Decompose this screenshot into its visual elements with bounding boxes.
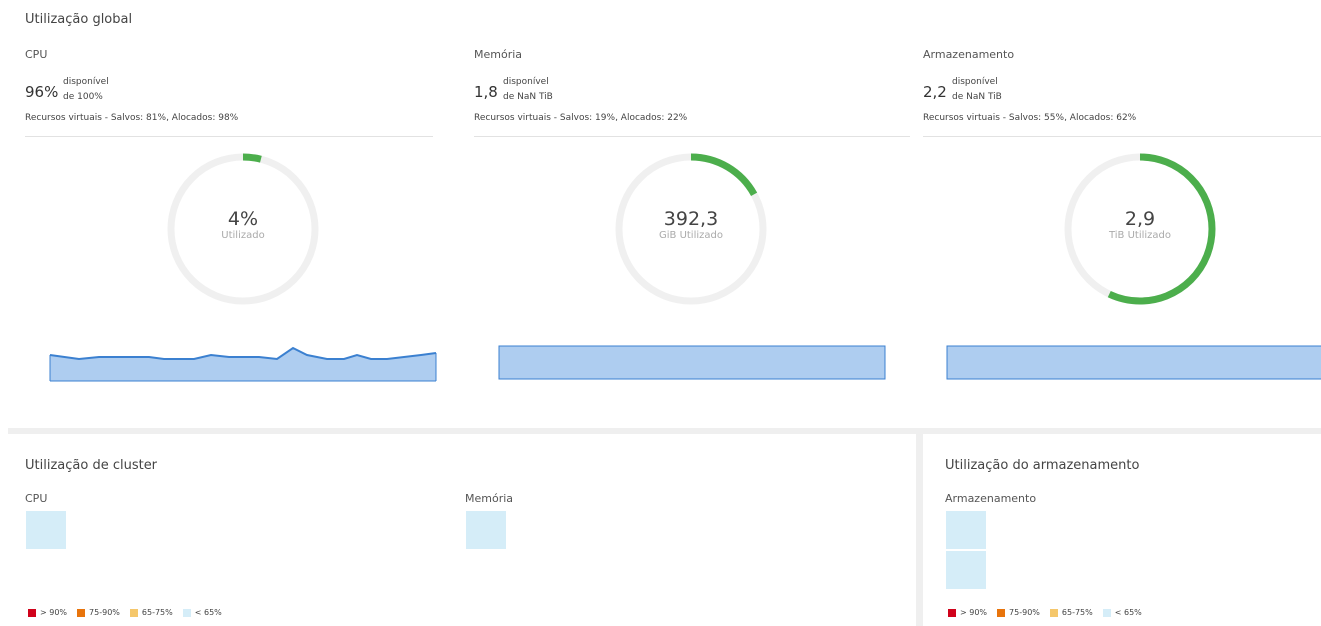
legend-item-critical: > 90% [948,608,987,617]
cpu-usage-sparkline [49,346,437,382]
storage-available-label: disponível [952,77,998,87]
cluster-memory-label: Memória [465,492,514,505]
global-utilization-title: Utilização global [25,12,133,27]
storage-heatmap-tile-1[interactable] [946,511,986,549]
legend-label-low: < 65% [194,608,222,617]
legend-item-low: < 65% [182,608,222,617]
storage-metric-summary: Armazenamento 2,2 disponível de NaN TiB … [923,46,1321,137]
legend-item-medium: 65-75% [129,608,173,617]
cluster-utilization-title: Utilização de cluster [25,458,158,473]
memory-metric-summary: Memória 1,8 disponível de NaN TiB Recurs… [474,46,910,137]
legend-swatch-high [77,608,86,617]
legend-swatch-critical [948,608,956,617]
storage-available-value: 2,2 [923,83,947,101]
legend-swatch-critical [28,608,36,617]
memory-used-value: 392,3 [663,208,719,230]
cpu-divider [25,136,433,137]
storage-heatmap-legend: > 90% 75-90% 65-75% < 65% [948,608,1152,617]
memory-total: de NaN TiB [503,92,553,102]
storage-used-label: TiB Utilizado [1108,230,1172,241]
cpu-title: CPU [25,48,48,61]
legend-item-low: < 65% [1102,608,1142,617]
storage-availability: 2,2 disponível de NaN TiB [923,73,1321,107]
legend-item-high: 75-90% [997,608,1040,617]
memory-divider [474,136,910,137]
memory-usage-sparkline [498,345,886,380]
legend-label-medium: 65-75% [141,608,173,617]
cluster-memory-heatmap-tile[interactable] [466,511,506,549]
memory-title: Memória [474,48,523,61]
cpu-sparkline-area [50,348,436,381]
legend-item-critical: > 90% [28,608,67,617]
storage-virtual-resources: Recursos virtuais - Salvos: 55%, Alocado… [923,113,1137,123]
cpu-usage-donut: 4% Utilizado [164,150,322,308]
storage-sparkline-area [946,345,1321,380]
legend-label-low: < 65% [1114,608,1142,617]
cpu-available-label: disponível [63,77,109,87]
legend-item-medium: 65-75% [1049,608,1093,617]
cluster-cpu-label: CPU [25,492,48,505]
memory-available-label: disponível [503,77,549,87]
overview-page: Utilização global CPU 96% disponível de … [0,0,1321,626]
storage-total: de NaN TiB [952,92,1002,102]
memory-virtual-resources: Recursos virtuais - Salvos: 19%, Alocado… [474,113,688,123]
cluster-heatmap-legend: > 90% 75-90% 65-75% < 65% [28,608,232,617]
legend-swatch-medium [129,608,138,617]
cpu-metric-summary: CPU 96% disponível de 100% Recursos virt… [25,46,433,137]
cpu-available-value: 96% [25,83,59,101]
cpu-sparkline-line [49,346,437,361]
cluster-cpu-heatmap-tile[interactable] [26,511,66,549]
legend-swatch-medium [1049,608,1058,617]
legend-label-critical: > 90% [40,608,68,617]
cpu-used-label: Utilizado [221,230,265,241]
memory-availability: 1,8 disponível de NaN TiB [474,73,910,107]
cpu-virtual-resources: Recursos virtuais - Salvos: 81%, Alocado… [25,113,239,123]
cpu-used-value: 4% [227,208,259,230]
storage-usage-sparkline [946,345,1321,380]
section-divider-vertical [916,434,923,626]
storage-usage-donut: 2,9 TiB Utilizado [1061,150,1219,308]
legend-item-high: 75-90% [77,608,120,617]
memory-usage-donut: 392,3 GiB Utilizado [612,150,770,308]
cpu-availability: 96% disponível de 100% [25,73,433,107]
memory-available-value: 1,8 [474,83,498,101]
storage-util-label: Armazenamento [945,492,1037,505]
legend-swatch-low [1102,608,1111,617]
legend-swatch-low [182,608,191,617]
cpu-total: de 100% [63,92,103,102]
legend-label-medium: 65-75% [1061,608,1093,617]
section-divider-horizontal [8,428,1321,434]
memory-sparkline-area [498,345,886,380]
memory-used-label: GiB Utilizado [659,230,723,241]
legend-label-high: 75-90% [89,608,120,617]
legend-swatch-high [997,608,1006,617]
storage-divider [923,136,1321,137]
storage-title: Armazenamento [923,48,1015,61]
storage-heatmap-tile-2[interactable] [946,551,986,589]
storage-utilization-title: Utilização do armazenamento [945,458,1140,473]
storage-used-value: 2,9 [1124,208,1156,230]
legend-label-critical: > 90% [960,608,988,617]
legend-label-high: 75-90% [1009,608,1040,617]
